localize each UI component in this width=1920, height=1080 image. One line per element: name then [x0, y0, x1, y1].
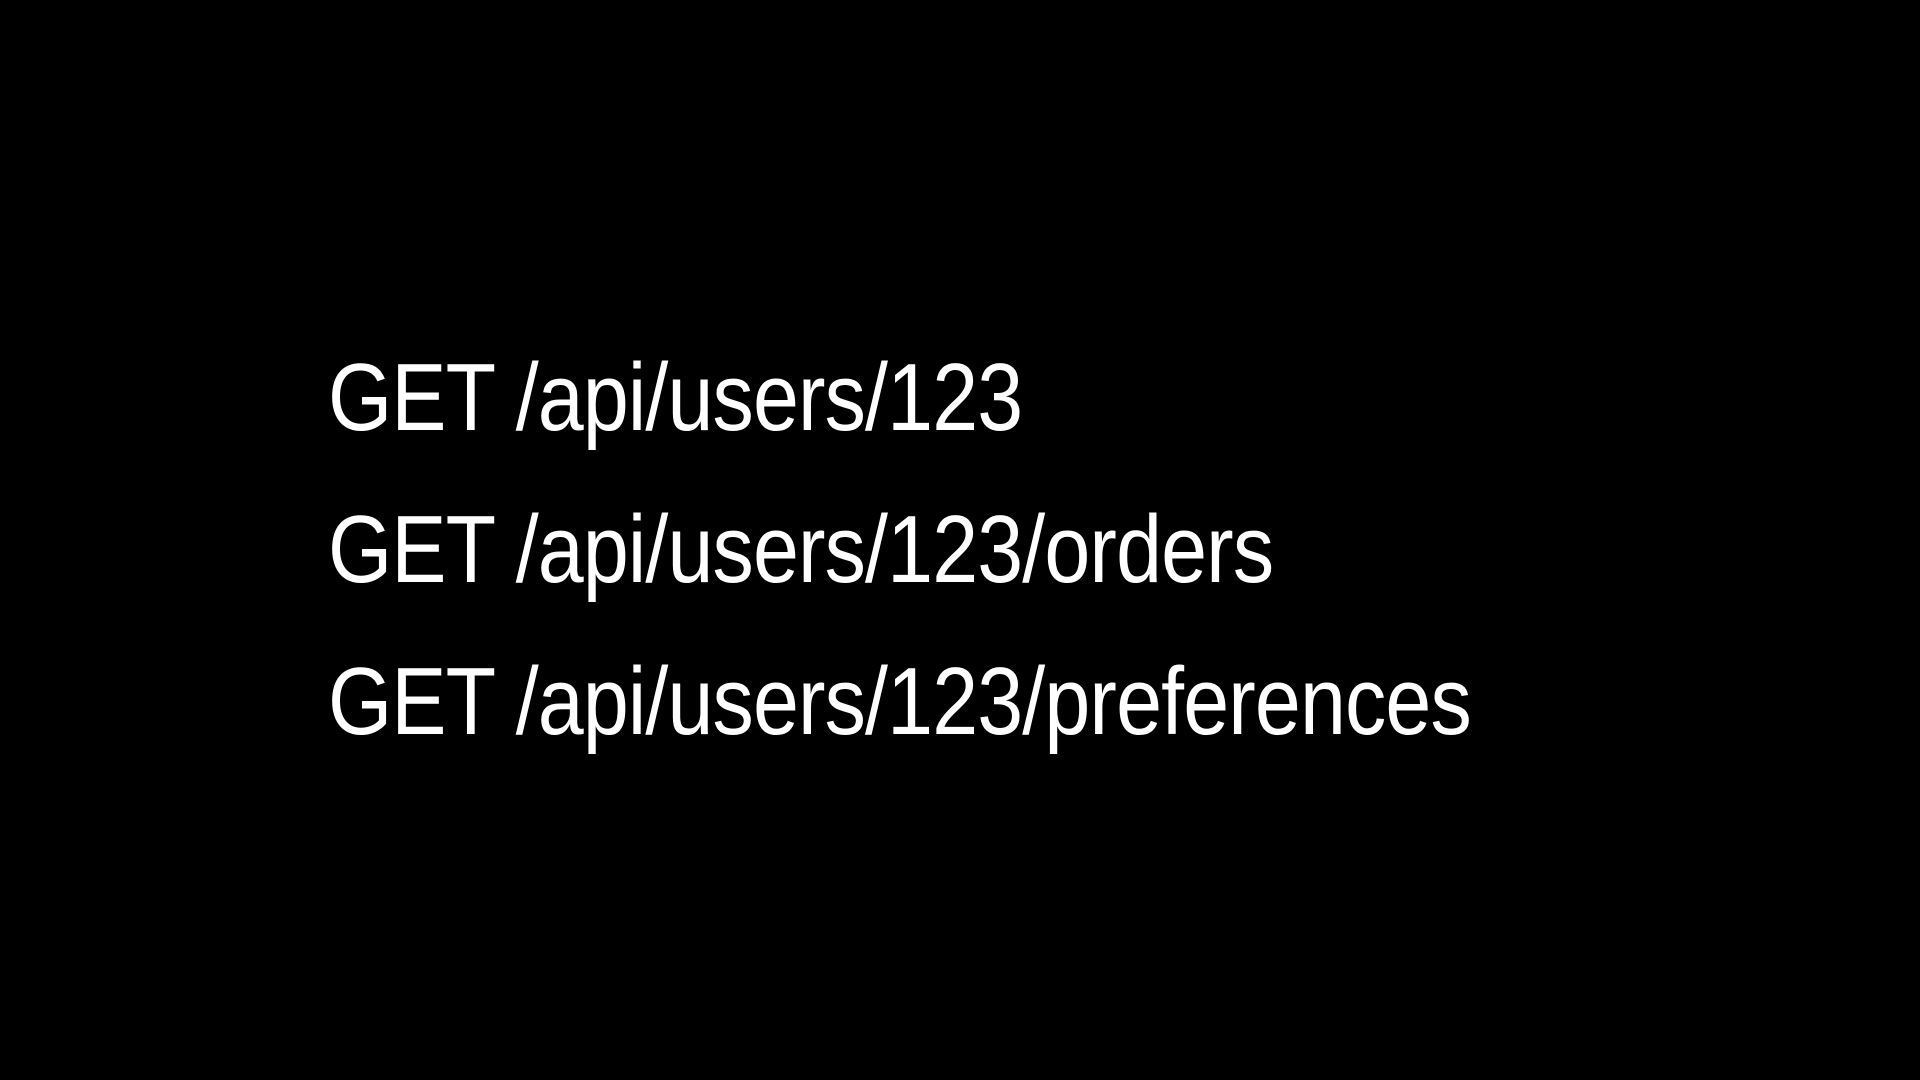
endpoint-line-preferences: GET /api/users/123/preferences — [328, 648, 1472, 755]
slide-canvas: GET /api/users/123 GET /api/users/123/or… — [0, 0, 1920, 1080]
endpoint-list: GET /api/users/123 GET /api/users/123/or… — [328, 322, 1828, 778]
endpoint-line-orders: GET /api/users/123/orders — [328, 496, 1274, 603]
endpoint-line-user: GET /api/users/123 — [328, 344, 1023, 451]
